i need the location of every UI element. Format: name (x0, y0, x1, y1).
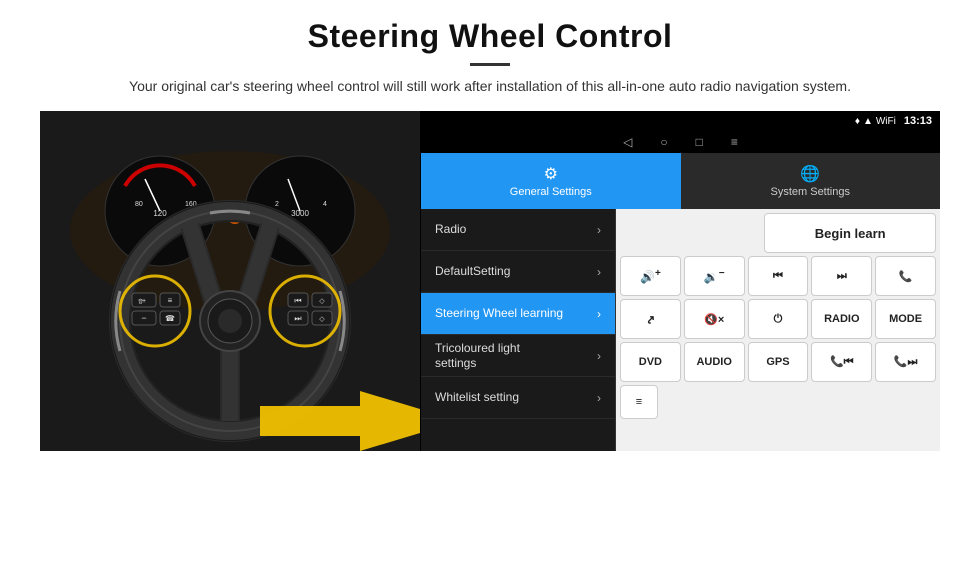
system-settings-icon: 🌐 (800, 164, 820, 184)
menu-item-radio[interactable]: Radio › (421, 209, 615, 251)
content-area: 120 80 160 3000 2 4 (40, 111, 940, 491)
power-icon: ⏻ (774, 313, 783, 326)
location-icon: ♦ (855, 116, 860, 127)
menu-item-whitelist[interactable]: Whitelist setting › (421, 377, 615, 419)
svg-text:☎: ☎ (165, 314, 175, 323)
menu-item-radio-label: Radio (435, 222, 466, 236)
prev-track-button[interactable]: ⏮ (748, 256, 809, 296)
vol-down-icon: 🔉− (704, 268, 725, 284)
vol-down-button[interactable]: 🔉− (684, 256, 745, 296)
tab-system-settings[interactable]: 🌐 System Settings (681, 153, 941, 209)
back-nav-icon[interactable]: ◁ (623, 135, 632, 149)
page-wrapper: Steering Wheel Control Your original car… (0, 0, 980, 501)
title-section: Steering Wheel Control Your original car… (40, 18, 940, 97)
dvd-button[interactable]: DVD (620, 342, 681, 382)
menu-item-default-chevron: › (597, 265, 601, 279)
phone-next-button[interactable]: 📞⏭ (875, 342, 936, 382)
mute-button[interactable]: 🔇× (684, 299, 745, 339)
vol-up-button[interactable]: 🔊+ (620, 256, 681, 296)
menu-items-list: Radio › DefaultSetting › Steering Wheel … (421, 209, 616, 451)
settings-tabs: ⚙ General Settings 🌐 System Settings (421, 153, 940, 209)
svg-text:◇: ◇ (319, 298, 325, 305)
menu-item-steering[interactable]: Steering Wheel learning › (421, 293, 615, 335)
mode-button[interactable]: MODE (875, 299, 936, 339)
svg-text:4: 4 (323, 201, 327, 208)
vol-up-icon: 🔊+ (640, 268, 661, 284)
list-button[interactable]: ≡ (620, 385, 658, 419)
spacer (620, 213, 761, 253)
gps-button[interactable]: GPS (748, 342, 809, 382)
svg-text:⏭: ⏭ (294, 314, 301, 323)
status-bar: ♦ ▲ WiFi 13:13 (421, 111, 940, 131)
menu-item-tricoloured-label: Tricoloured light settings (435, 341, 555, 370)
next-icon: ⏭ (837, 270, 847, 283)
menu-nav-icon[interactable]: ≡ (731, 135, 738, 149)
home-nav-icon[interactable]: ○ (660, 135, 667, 149)
control-button-panel: Begin learn 🔊+ 🔉− ⏮ (616, 209, 940, 451)
status-icons: ♦ ▲ WiFi (855, 116, 896, 127)
phone-next-icon: 📞⏭ (894, 355, 918, 369)
button-row-2: ↩ 🔇× ⏻ RADIO MODE (620, 299, 936, 339)
svg-text:⏮: ⏮ (294, 296, 301, 305)
radio-button[interactable]: RADIO (811, 299, 872, 339)
phone-prev-button[interactable]: 📞⏮ (811, 342, 872, 382)
svg-text:◇: ◇ (319, 316, 325, 323)
next-track-button[interactable]: ⏭ (811, 256, 872, 296)
button-row-top: Begin learn (620, 213, 936, 253)
button-row-3: DVD AUDIO GPS 📞⏮ 📞⏭ (620, 342, 936, 382)
menu-item-whitelist-label: Whitelist setting (435, 390, 519, 404)
signal-icon: ▲ (863, 116, 873, 127)
page-subtitle: Your original car's steering wheel contr… (40, 76, 940, 97)
radio-label: RADIO (824, 313, 859, 325)
steering-illustration: 120 80 160 3000 2 4 (40, 111, 420, 451)
tab-system-label: System Settings (771, 186, 850, 198)
phone-icon: 📞 (899, 270, 913, 283)
mute-icon: 🔇× (704, 313, 724, 326)
tab-general-label: General Settings (510, 186, 592, 198)
menu-item-whitelist-chevron: › (597, 391, 601, 405)
svg-text:≡: ≡ (168, 296, 173, 305)
list-icon: ≡ (636, 396, 642, 408)
svg-text:80: 80 (135, 201, 143, 208)
menu-item-steering-chevron: › (597, 307, 601, 321)
button-row-4: ≡ (620, 385, 936, 419)
menu-item-steering-label: Steering Wheel learning (435, 306, 563, 320)
menu-item-tricoloured[interactable]: Tricoloured light settings › (421, 335, 615, 377)
menu-item-defaultsetting[interactable]: DefaultSetting › (421, 251, 615, 293)
hangup-icon: ↩ (643, 311, 659, 327)
begin-learn-button[interactable]: Begin learn (764, 213, 936, 253)
dvd-label: DVD (639, 356, 662, 368)
steering-wheel-image: 120 80 160 3000 2 4 (40, 111, 420, 451)
android-panel: ♦ ▲ WiFi 13:13 ◁ ○ □ ≡ ⚙ General Setting… (420, 111, 940, 451)
menu-list: Radio › DefaultSetting › Steering Wheel … (421, 209, 940, 451)
recents-nav-icon[interactable]: □ (696, 135, 703, 149)
svg-text:−: − (141, 313, 146, 323)
menu-item-default-label: DefaultSetting (435, 264, 510, 278)
phone-prev-icon: 📞⏮ (830, 355, 854, 369)
svg-text:2: 2 (275, 201, 279, 208)
page-title: Steering Wheel Control (40, 18, 940, 55)
mode-label: MODE (889, 313, 922, 325)
hang-up-button[interactable]: ↩ (620, 299, 681, 339)
menu-item-tricoloured-chevron: › (597, 349, 601, 363)
general-settings-icon: ⚙ (544, 164, 558, 184)
svg-text:音: 音 (138, 298, 143, 305)
button-row-1: 🔊+ 🔉− ⏮ ⏭ 📞 (620, 256, 936, 296)
power-button[interactable]: ⏻ (748, 299, 809, 339)
gps-label: GPS (766, 356, 789, 368)
wifi-icon: WiFi (876, 116, 896, 127)
title-divider (470, 63, 510, 66)
audio-label: AUDIO (696, 356, 731, 368)
phone-pickup-button[interactable]: 📞 (875, 256, 936, 296)
nav-bar: ◁ ○ □ ≡ (421, 131, 940, 153)
tab-general-settings[interactable]: ⚙ General Settings (421, 153, 681, 209)
prev-icon: ⏮ (773, 270, 783, 283)
audio-button[interactable]: AUDIO (684, 342, 745, 382)
status-time: 13:13 (904, 115, 932, 127)
menu-item-radio-chevron: › (597, 223, 601, 237)
